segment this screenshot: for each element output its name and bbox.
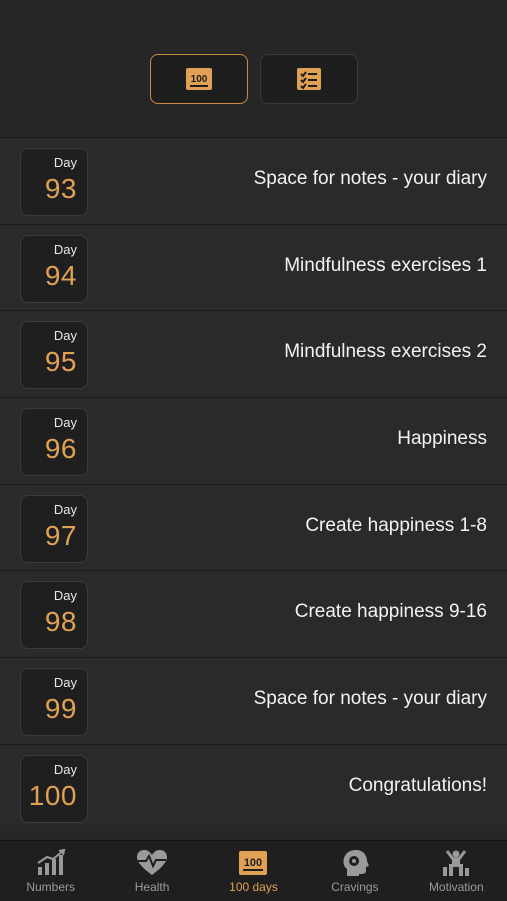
tab-label: Numbers: [26, 880, 76, 894]
day-badge: Day 99: [20, 668, 88, 737]
day-label: Day: [53, 761, 77, 777]
tab-health[interactable]: Health: [101, 841, 202, 901]
day-label: Day: [53, 501, 77, 517]
bar-chart-icon: [37, 849, 65, 875]
day-badge: Day 98: [20, 581, 88, 650]
day-badge: Day 93: [20, 148, 88, 216]
day-badge: Day 96: [20, 408, 88, 477]
item-title: Congratulations!: [348, 774, 487, 796]
person-cheer-icon: [443, 850, 470, 876]
day-number: 94: [44, 259, 77, 291]
tab-100-days[interactable]: 100 100 days: [203, 841, 304, 901]
tab-label: Cravings: [331, 880, 379, 894]
list-item[interactable]: Day 99 Space for notes - your diary: [0, 657, 507, 744]
item-title: Space for notes - your diary: [253, 688, 487, 710]
tab-motivation[interactable]: Motivation: [406, 841, 507, 901]
list-item[interactable]: Day 97 Create happiness 1-8: [0, 483, 507, 571]
day-badge: Day 94: [20, 234, 88, 303]
day-label: Day: [53, 241, 77, 257]
item-title: Mindfulness exercises 1: [284, 254, 487, 276]
item-title: Create happiness 1-8: [305, 514, 487, 536]
100-emoji-icon: 100: [186, 68, 212, 90]
day-number: 96: [44, 433, 77, 465]
list-item[interactable]: Day 98 Create happiness 9-16: [0, 570, 507, 658]
day-label: Day: [53, 415, 77, 431]
day-number: 95: [44, 346, 77, 378]
day-number: 97: [44, 519, 77, 551]
segment-100-days-button[interactable]: 100: [150, 54, 248, 104]
head-mind-icon: [343, 850, 369, 876]
tab-label: Health: [134, 880, 170, 894]
item-title: Happiness: [397, 428, 487, 450]
header: 100: [0, 0, 507, 137]
list-item[interactable]: Day 94 Mindfulness exercises 1: [0, 223, 507, 311]
day-list: Day 93 Space for notes - your diary Day …: [0, 137, 507, 831]
day-label: Day: [53, 588, 77, 604]
tab-numbers[interactable]: Numbers: [0, 841, 101, 901]
list-item[interactable]: Day 93 Space for notes - your diary: [0, 137, 507, 224]
svg-text:100: 100: [244, 857, 262, 869]
list-item[interactable]: Day 95 Mindfulness exercises 2: [0, 310, 507, 398]
tab-cravings[interactable]: Cravings: [304, 841, 405, 901]
day-label: Day: [53, 675, 77, 691]
day-badge: Day 100: [20, 754, 88, 823]
day-label: Day: [53, 328, 77, 344]
day-number: 98: [44, 606, 77, 638]
day-number: 99: [44, 693, 77, 725]
segment-checklist-button[interactable]: [260, 54, 358, 104]
heart-pulse-icon: [137, 850, 168, 875]
list-item[interactable]: Day 100 Congratulations!: [0, 743, 507, 831]
tab-bar: Numbers Health 100 100 days Cravings Mot…: [0, 840, 507, 901]
svg-text:100: 100: [191, 74, 208, 85]
day-badge: Day 97: [20, 494, 88, 563]
day-number: 100: [28, 779, 77, 811]
item-title: Mindfulness exercises 2: [284, 341, 487, 363]
day-label: Day: [53, 155, 77, 170]
list-item[interactable]: Day 96 Happiness: [0, 397, 507, 484]
day-number: 93: [44, 173, 77, 204]
tab-label: 100 days: [229, 880, 278, 894]
item-title: Create happiness 9-16: [294, 601, 487, 623]
tab-label: Motivation: [428, 880, 484, 894]
day-badge: Day 95: [20, 321, 88, 390]
item-title: Space for notes - your diary: [253, 168, 487, 189]
checklist-icon: [297, 68, 321, 90]
100-emoji-icon: 100: [239, 851, 268, 875]
